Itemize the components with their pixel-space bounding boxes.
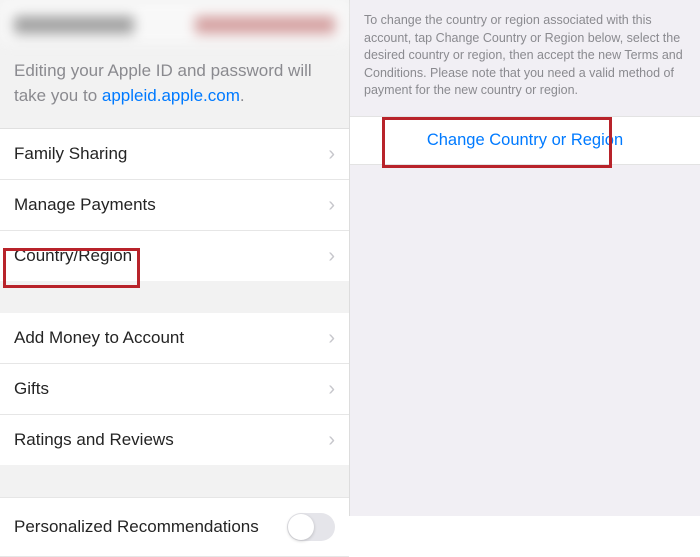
row-label: Add Money to Account xyxy=(14,328,184,348)
chevron-right-icon: › xyxy=(328,246,335,266)
screenshot-container: Editing your Apple ID and password will … xyxy=(0,0,700,516)
chevron-right-icon: › xyxy=(328,379,335,399)
row-label: Country/Region xyxy=(14,246,132,266)
chevron-right-icon: › xyxy=(328,430,335,450)
row-ratings-reviews[interactable]: Ratings and Reviews › xyxy=(0,415,349,465)
row-personalized[interactable]: Personalized Recommendations xyxy=(0,497,349,557)
row-manage-payments[interactable]: Manage Payments › xyxy=(0,180,349,231)
settings-group-2: Add Money to Account › Gifts › Ratings a… xyxy=(0,313,349,465)
blurred-value xyxy=(195,16,335,34)
change-region-right-panel: To change the country or region associat… xyxy=(350,0,700,516)
chevron-right-icon: › xyxy=(328,195,335,215)
row-add-money[interactable]: Add Money to Account › xyxy=(0,313,349,364)
row-label: Gifts xyxy=(14,379,49,399)
row-family-sharing[interactable]: Family Sharing › xyxy=(0,129,349,180)
apple-id-info: Editing your Apple ID and password will … xyxy=(0,45,349,129)
row-country-region[interactable]: Country/Region › xyxy=(0,231,349,281)
change-region-info: To change the country or region associat… xyxy=(350,0,700,116)
row-label: Ratings and Reviews xyxy=(14,430,174,450)
settings-left-panel: Editing your Apple ID and password will … xyxy=(0,0,350,516)
row-label: Manage Payments xyxy=(14,195,156,215)
row-label: Personalized Recommendations xyxy=(14,517,259,537)
blurred-row xyxy=(0,0,349,45)
settings-group-1: Family Sharing › Manage Payments › Count… xyxy=(0,129,349,281)
change-country-button[interactable]: Change Country or Region xyxy=(427,131,623,150)
chevron-right-icon: › xyxy=(328,144,335,164)
blurred-label xyxy=(14,16,134,34)
toggle-switch[interactable] xyxy=(287,513,335,541)
group-spacer xyxy=(0,465,349,497)
row-label: Family Sharing xyxy=(14,144,127,164)
row-gifts[interactable]: Gifts › xyxy=(0,364,349,415)
toggle-knob xyxy=(288,514,314,540)
group-spacer xyxy=(0,281,349,313)
chevron-right-icon: › xyxy=(328,328,335,348)
change-country-row[interactable]: Change Country or Region xyxy=(350,116,700,165)
info-suffix: . xyxy=(240,86,245,105)
appleid-link[interactable]: appleid.apple.com xyxy=(102,86,240,105)
